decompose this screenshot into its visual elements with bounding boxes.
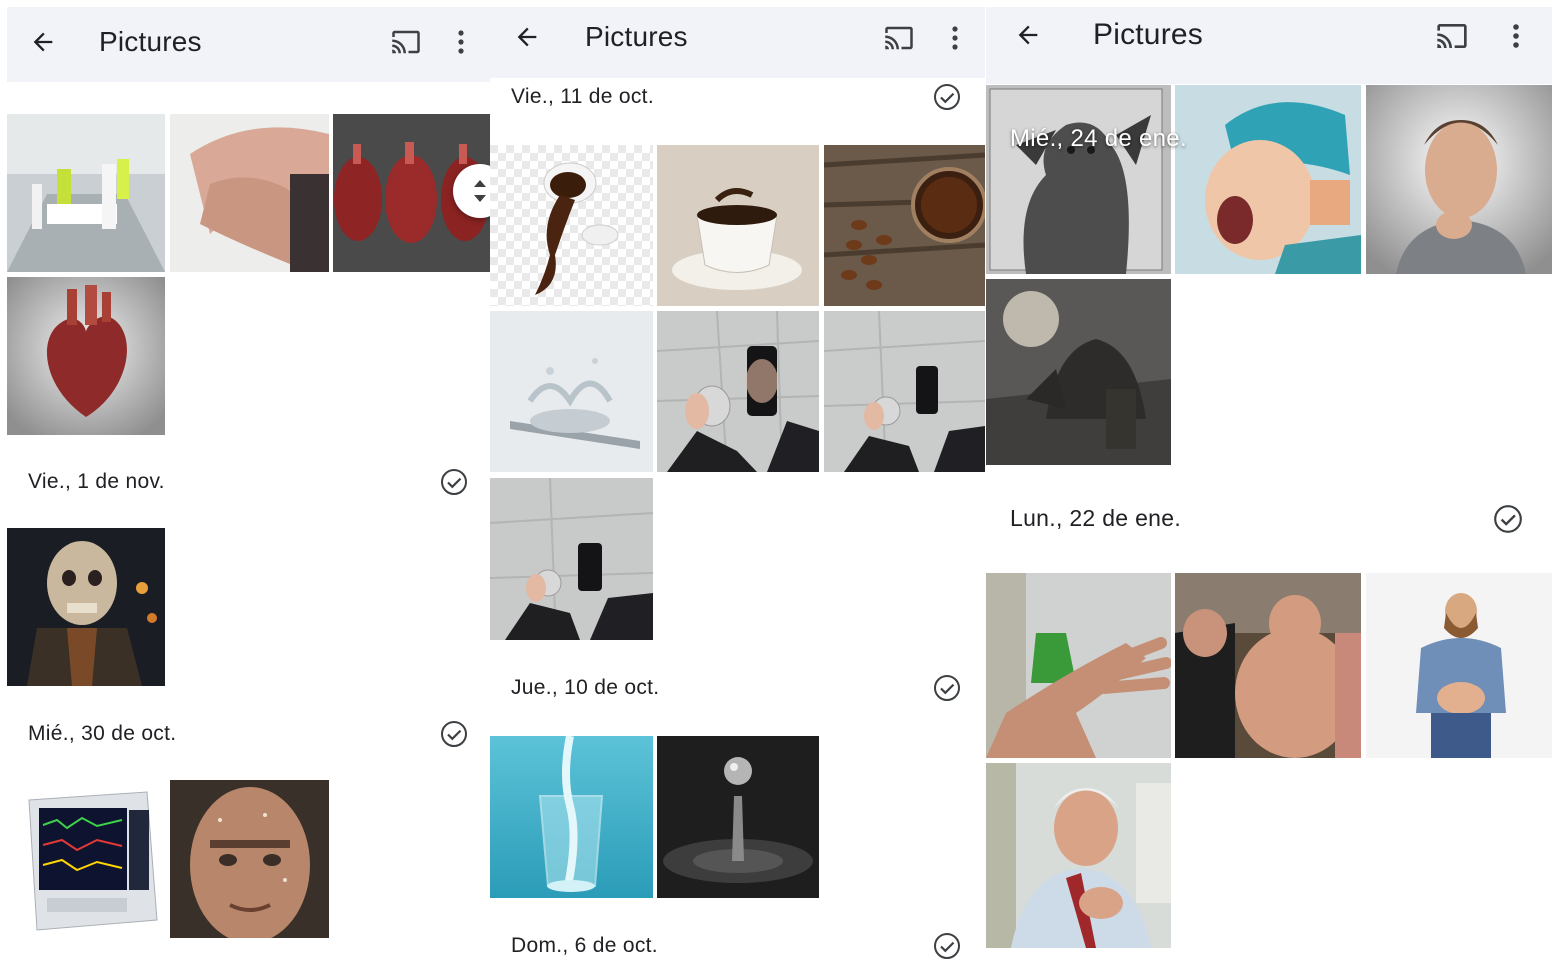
check-circle-icon[interactable]	[439, 467, 469, 497]
check-circle-icon[interactable]	[932, 673, 962, 703]
photo-thumbnail[interactable]	[657, 311, 819, 472]
photo-thumbnail[interactable]	[170, 780, 329, 938]
more-vert-icon[interactable]	[1511, 21, 1521, 51]
gallery-panel-3: Pictures Mié., 24 de ene. Lun., 22 de en…	[986, 0, 1552, 962]
check-circle-icon[interactable]	[932, 931, 962, 961]
cast-icon[interactable]	[1435, 20, 1467, 50]
photo-thumbnail[interactable]	[1366, 85, 1552, 274]
section-date: Lun., 22 de ene.	[1010, 505, 1182, 531]
photo-thumbnail[interactable]	[1175, 85, 1361, 274]
photo-thumbnail[interactable]	[657, 736, 819, 898]
photo-thumbnail[interactable]	[824, 311, 985, 472]
photo-thumbnail[interactable]	[490, 311, 653, 472]
app-bar: Pictures	[7, 7, 490, 82]
photo-thumbnail[interactable]	[657, 145, 819, 306]
cast-icon[interactable]	[390, 27, 422, 57]
cast-icon[interactable]	[883, 23, 915, 53]
section-date: Vie., 11 de oct.	[511, 85, 654, 108]
check-circle-icon[interactable]	[1492, 503, 1524, 535]
photo-thumbnail[interactable]	[986, 763, 1171, 948]
app-title: Pictures	[585, 21, 688, 52]
photo-thumbnail[interactable]	[7, 528, 165, 686]
app-title: Pictures	[99, 26, 202, 57]
app-bar: Pictures	[490, 7, 985, 78]
section-date: Dom., 6 de oct.	[511, 934, 658, 957]
back-arrow-icon[interactable]	[513, 23, 541, 51]
photo-thumbnail[interactable]	[986, 279, 1171, 465]
section-date: Mié., 30 de oct.	[28, 722, 177, 745]
photo-thumbnail[interactable]	[986, 573, 1171, 758]
photo-thumbnail[interactable]	[1175, 573, 1361, 758]
gallery-panel-2: Pictures Vie., 11 de oct. Jue., 10 de oc…	[490, 0, 985, 962]
overlay-date: Mié., 24 de ene.	[1010, 125, 1187, 152]
photo-thumbnail[interactable]	[7, 114, 165, 272]
photo-thumbnail[interactable]	[170, 114, 329, 272]
check-circle-icon[interactable]	[932, 82, 962, 112]
photo-thumbnail[interactable]	[7, 780, 165, 938]
photo-thumbnail[interactable]	[490, 478, 653, 640]
section-date: Jue., 10 de oct.	[511, 676, 660, 699]
back-arrow-icon[interactable]	[1014, 21, 1042, 49]
section-date: Vie., 1 de nov.	[28, 470, 165, 493]
photo-thumbnail[interactable]	[986, 85, 1171, 274]
photo-thumbnail[interactable]	[7, 277, 165, 435]
more-vert-icon[interactable]	[456, 27, 466, 57]
back-arrow-icon[interactable]	[29, 28, 57, 56]
gallery-panel-1: Pictures Vie., 1 de nov. Mié., 30 de oct…	[7, 0, 490, 962]
app-title: Pictures	[1093, 18, 1203, 51]
photo-thumbnail[interactable]	[490, 736, 653, 898]
photo-thumbnail[interactable]	[1366, 573, 1552, 758]
check-circle-icon[interactable]	[439, 719, 469, 749]
photo-thumbnail[interactable]	[824, 145, 985, 306]
more-vert-icon[interactable]	[950, 23, 960, 53]
photo-thumbnail[interactable]	[490, 145, 653, 306]
app-bar: Pictures	[986, 7, 1552, 84]
